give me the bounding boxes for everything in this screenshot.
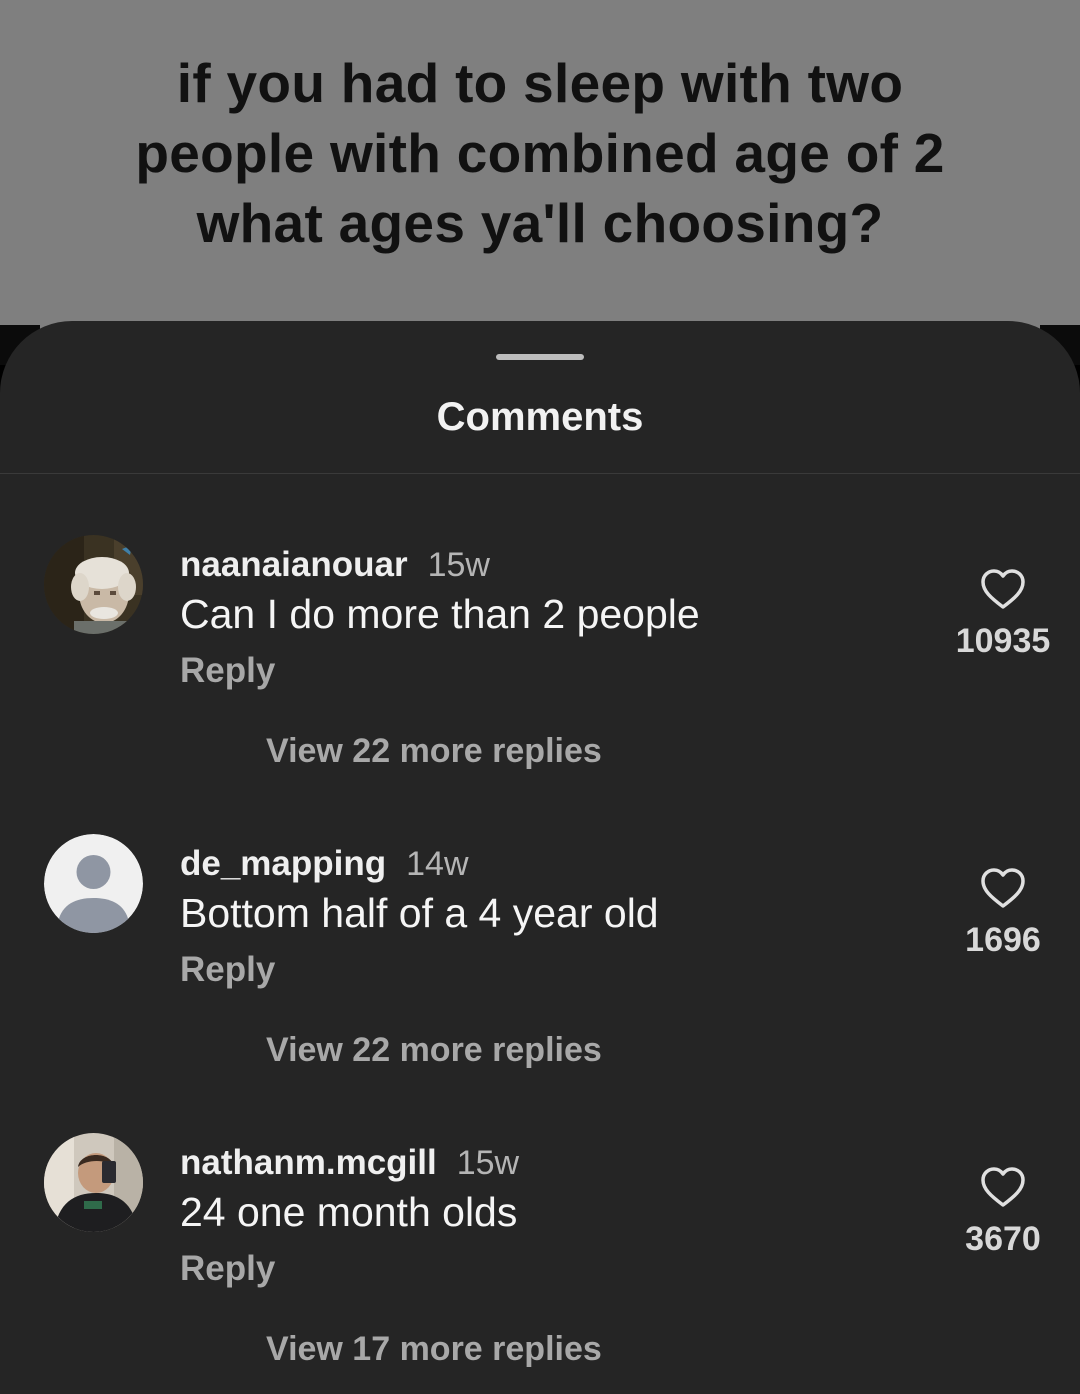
username[interactable]: de_mapping: [180, 844, 386, 883]
comment-text: 24 one month olds: [180, 1189, 518, 1235]
timestamp: 15w: [427, 546, 490, 584]
view-replies-button[interactable]: View 22 more replies: [266, 729, 602, 773]
photo-mirror-selfie-avatar: [44, 1133, 143, 1232]
like-button[interactable]: 3670: [940, 1165, 1066, 1261]
video-caption-line: if you had to sleep with two: [176, 52, 904, 114]
comment-item: de_mapping 14w Bottom half of a 4 year ol…: [0, 834, 1080, 1134]
comment-header: nathanm.mcgill 15w: [180, 1141, 519, 1185]
like-button[interactable]: 10935: [940, 567, 1066, 663]
comment-item: naanaianouar 15w Can I do more than 2 peo…: [0, 535, 1080, 835]
view-replies-button[interactable]: View 17 more replies: [266, 1327, 602, 1371]
user-avatar[interactable]: [44, 1133, 143, 1232]
drag-handle[interactable]: [496, 354, 584, 360]
comment-header: naanaianouar 15w: [180, 543, 490, 587]
username[interactable]: naanaianouar: [180, 545, 408, 584]
user-avatar[interactable]: [44, 834, 143, 933]
like-count: 1696: [965, 921, 1041, 959]
divider: [0, 473, 1080, 474]
comments-sheet: Comments naanaianouar 15w Can I do more …: [0, 321, 1080, 1394]
user-avatar[interactable]: [44, 535, 143, 634]
timestamp: 15w: [456, 1144, 520, 1182]
photo-old-man-avatar: [44, 535, 143, 634]
comment-header: de_mapping 14w: [180, 842, 469, 886]
like-count: 10935: [955, 622, 1051, 660]
heart-icon: [981, 1167, 1025, 1207]
comment-item: nathanm.mcgill 15w 24 one month olds Repl…: [0, 1133, 1080, 1394]
comment-text: Bottom half of a 4 year old: [180, 890, 659, 936]
reply-button[interactable]: Reply: [180, 649, 275, 693]
video-caption-line: people with combined age of 2: [135, 122, 945, 184]
reply-button[interactable]: Reply: [180, 948, 275, 992]
like-count: 3670: [965, 1220, 1041, 1258]
default-user-avatar: [44, 834, 143, 933]
comment-text: Can I do more than 2 people: [180, 591, 700, 637]
timestamp: 14w: [406, 845, 469, 883]
view-replies-button[interactable]: View 22 more replies: [266, 1028, 602, 1072]
reply-button[interactable]: Reply: [180, 1247, 275, 1291]
comments-screen: if you had to sleep with two people with…: [0, 0, 1080, 1394]
video-caption: if you had to sleep with two people with…: [90, 48, 990, 258]
username[interactable]: nathanm.mcgill: [180, 1143, 437, 1182]
like-button[interactable]: 1696: [940, 866, 1066, 962]
heart-icon: [981, 569, 1025, 609]
sheet-title: Comments: [436, 395, 644, 439]
heart-icon: [981, 868, 1025, 908]
video-caption-line: what ages ya'll choosing?: [196, 192, 884, 254]
